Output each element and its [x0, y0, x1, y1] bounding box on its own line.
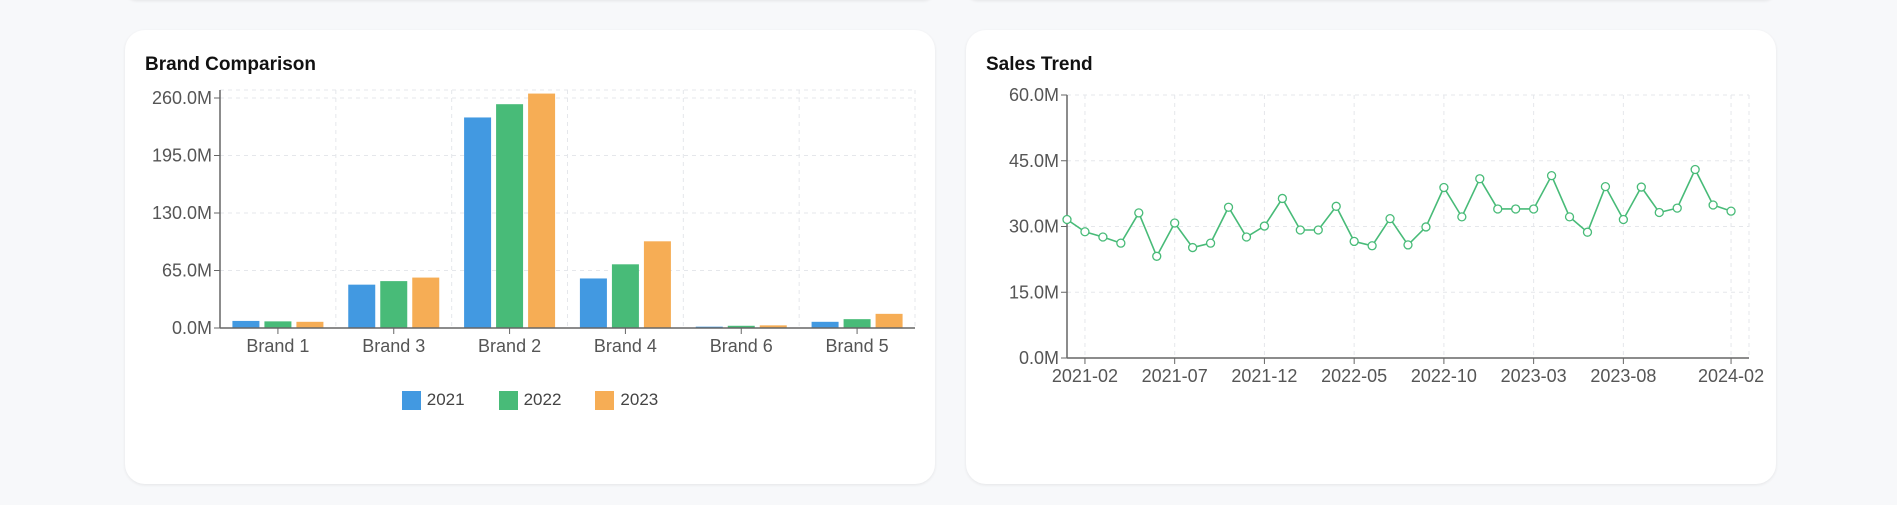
line-x-tick-label: 2024-02 [1698, 366, 1764, 386]
sales-point-2022-10 [1439, 182, 1449, 193]
sales-point-2021-02 [1080, 227, 1090, 237]
legend-label-2023: 2023 [620, 390, 659, 409]
legend-item-2021[interactable]: 2021 [401, 390, 465, 410]
bar-2022-brand-4 [611, 264, 639, 328]
sales-point-2023-03 [1528, 204, 1539, 214]
bar-2021-brand-3 [348, 284, 376, 328]
sales-point-2022-09 [1421, 222, 1431, 232]
sales-point-2024-02 [1726, 206, 1736, 216]
sales-point-2021-01 [1062, 214, 1072, 225]
sales-point-2023-01 [1493, 204, 1503, 214]
sales-point-2021-10 [1223, 202, 1234, 212]
bar-y-tick-label: 195.0M [152, 146, 212, 166]
line-y-tick-label: 15.0M [1009, 282, 1059, 302]
sales-trend-chart: 0.0M 15.0M 30.0M 45.0M 60.0M 2021-02 2021-07 20… [1009, 85, 1764, 386]
brand-comparison-card: Brand Comparison 0.0M 65.0M 130.0M 195.0M 26… [125, 30, 935, 484]
bar-2022-brand-5 [843, 319, 871, 328]
sales-point-2021-03 [1098, 232, 1108, 242]
legend-label-2021: 2021 [426, 390, 465, 409]
sales-point-2022-02 [1295, 225, 1305, 235]
line-x-tick-label: 2023-08 [1590, 366, 1656, 386]
bar-2021-brand-5 [811, 321, 839, 328]
sales-point-2021-11 [1241, 232, 1252, 242]
sales-point-2021-09 [1205, 238, 1216, 248]
bar-x-tick-label: Brand 3 [362, 336, 425, 356]
bar-2023-brand-1 [296, 321, 324, 328]
bar-x-tick-label: Brand 6 [710, 336, 773, 356]
legend-swatch-2022 [498, 390, 518, 410]
legend-item-2022[interactable]: 2022 [498, 390, 562, 410]
bar-2023-brand-4 [643, 241, 671, 328]
line-y-tick-label: 0.0M [1019, 348, 1059, 368]
sales-point-2023-10 [1654, 207, 1664, 218]
sales-point-2022-06 [1367, 241, 1377, 251]
sales-point-2023-02 [1511, 204, 1521, 214]
sales-point-2022-08 [1403, 240, 1413, 250]
bar-x-tick-label: Brand 4 [594, 336, 657, 356]
sales-point-2024-01 [1708, 200, 1718, 210]
sales-point-2022-01 [1277, 193, 1288, 204]
brand-comparison-chart: 0.0M 65.0M 130.0M 195.0M 260.0M Brand 1 Brand … [152, 88, 916, 356]
bar-y-tick-label: 65.0M [162, 261, 212, 281]
line-x-tick-label: 2021-07 [1142, 366, 1208, 386]
line-x-tick-label: 2021-12 [1231, 366, 1297, 386]
sales-point-2021-04 [1116, 238, 1126, 248]
sales-point-2023-07 [1600, 181, 1611, 192]
line-y-tick-label: 60.0M [1009, 85, 1059, 105]
bar-y-tick-label: 260.0M [152, 88, 212, 108]
line-y-tick-label: 30.0M [1009, 217, 1059, 237]
sales-point-2023-06 [1582, 227, 1593, 237]
sales-point-2022-12 [1475, 174, 1485, 184]
bar-2021-brand-2 [464, 117, 492, 328]
sales-point-2022-07 [1385, 213, 1395, 224]
sales-point-2022-04 [1331, 201, 1341, 211]
bar-2023-brand-2 [528, 93, 556, 328]
sales-point-2021-07 [1170, 218, 1180, 228]
sales-point-2023-11 [1672, 203, 1682, 213]
sales-point-2022-03 [1313, 225, 1323, 235]
bar-x-tick-label: Brand 2 [478, 336, 541, 356]
sales-trend-card: Sales Trend 0.0M 15.0M 30.0M 45.0M 60.0M 2021… [966, 30, 1776, 484]
sales-point-2023-12 [1690, 164, 1700, 175]
sales-point-2023-08 [1618, 214, 1629, 225]
legend-swatch-2021 [401, 390, 421, 410]
bar-2023-brand-3 [412, 277, 440, 328]
line-x-tick-label: 2021-02 [1052, 366, 1118, 386]
line-x-tick-label: 2022-10 [1411, 366, 1477, 386]
bar-x-tick-label: Brand 5 [826, 336, 889, 356]
sales-point-2022-11 [1457, 212, 1467, 222]
bar-y-tick-label: 130.0M [152, 203, 212, 223]
sales-point-2021-06 [1152, 251, 1162, 261]
line-x-tick-label: 2022-05 [1321, 366, 1387, 386]
sales-point-2023-04 [1546, 171, 1557, 181]
bar-2023-brand-5 [875, 313, 903, 328]
sales-point-2021-05 [1134, 208, 1144, 218]
sales-point-2021-12 [1259, 221, 1270, 231]
bar-2021-brand-1 [232, 320, 260, 328]
sales-trend-line [1066, 167, 1732, 259]
legend-item-2023[interactable]: 2023 [595, 390, 658, 410]
sales-point-2021-08 [1187, 242, 1198, 253]
bar-2022-brand-1 [264, 321, 292, 328]
bar-2022-brand-3 [380, 281, 408, 328]
line-y-tick-label: 45.0M [1009, 151, 1059, 171]
legend-label-2022: 2022 [523, 390, 562, 409]
legend-swatch-2023 [595, 390, 615, 410]
brand-legend: 2021 2022 2023 [125, 390, 935, 410]
line-x-tick-label: 2023-03 [1501, 366, 1567, 386]
sales-point-2023-05 [1564, 212, 1575, 222]
sales-point-2022-05 [1349, 236, 1359, 247]
bar-2021-brand-4 [579, 278, 607, 328]
bar-2022-brand-2 [496, 104, 524, 328]
bar-x-tick-label: Brand 1 [246, 336, 309, 356]
sales-point-2023-09 [1636, 182, 1646, 192]
bar-y-tick-label: 0.0M [172, 318, 212, 338]
